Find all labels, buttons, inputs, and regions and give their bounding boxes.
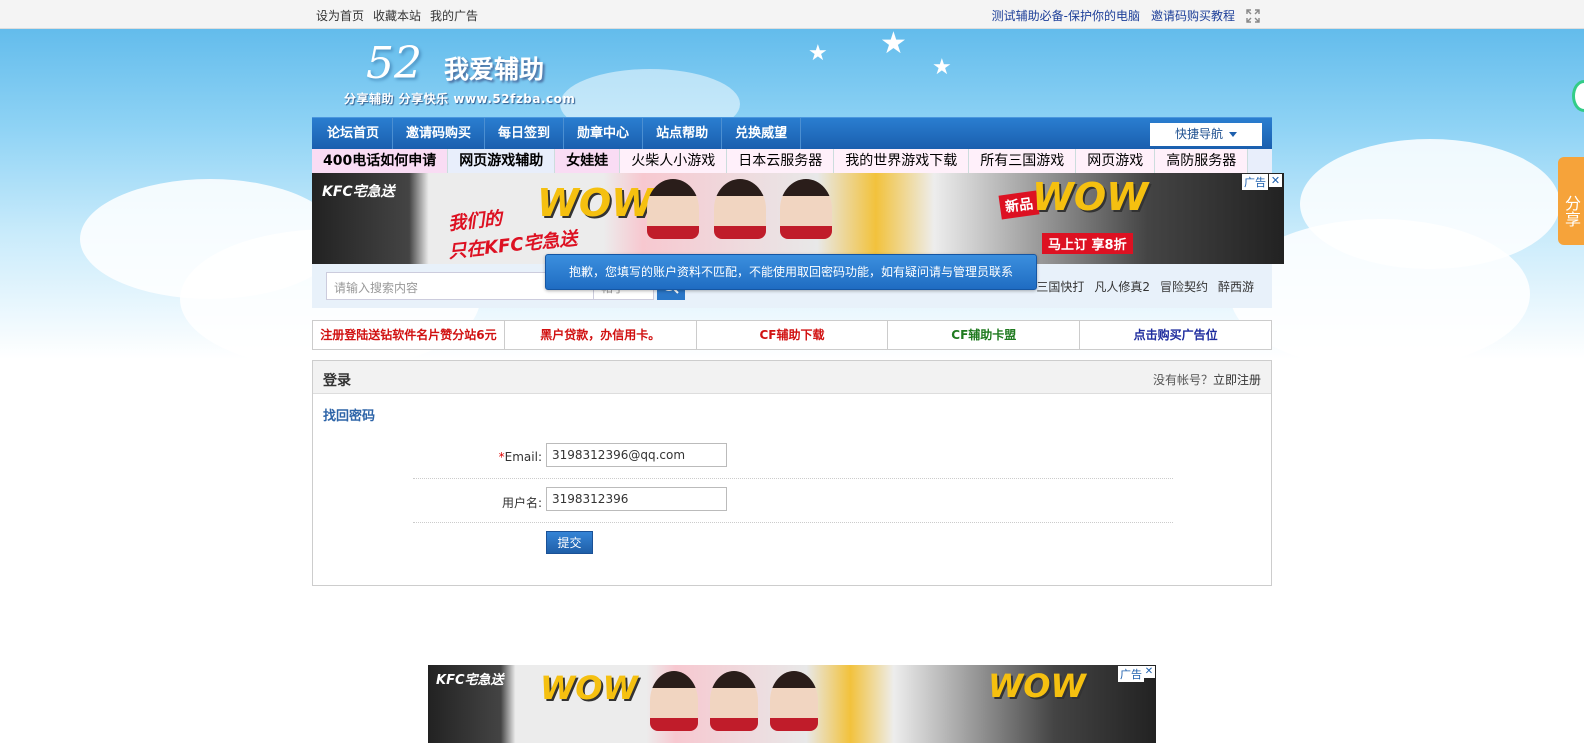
text-ad-link[interactable]: CF辅助下载	[697, 321, 889, 349]
ad-person-image	[710, 671, 758, 731]
my-ads-link[interactable]: 我的广告	[430, 7, 478, 24]
ad-discount: 马上订 享8折	[1042, 233, 1133, 254]
link-doll[interactable]: 女娃娃	[555, 149, 621, 173]
email-label: *Email:	[499, 450, 542, 464]
hot-word[interactable]: 冒险契约	[1160, 278, 1208, 295]
hot-search-words: 三国快打 凡人修真2 冒险契约 醉西游	[1036, 278, 1254, 295]
top-left-links: 设为首页 收藏本站 我的广告	[316, 7, 478, 24]
site-logo[interactable]: 52 我爱辅助 分享辅助 分享快乐 www.52fzba.com	[344, 38, 575, 106]
quick-nav-label: 快捷导航	[1174, 127, 1223, 141]
submit-button[interactable]: 提交	[546, 531, 593, 554]
nav-item-daily-signin[interactable]: 每日签到	[485, 118, 565, 149]
ad-wow-text: WOW	[540, 669, 638, 707]
link-stickman-game[interactable]: 火柴人小游戏	[620, 149, 728, 173]
register-question: 没有帐号？	[1152, 373, 1213, 387]
logo-title: 我爱辅助	[444, 55, 545, 84]
ad-person-image	[647, 179, 699, 239]
bookmark-site-link[interactable]: 收藏本站	[373, 7, 421, 24]
chevron-down-icon	[1229, 132, 1237, 137]
text-ad-row: 注册登陆送钻软件名片赞分站6元 黑户贷款，办信用卡。 CF辅助下载 CF辅助卡盟…	[312, 320, 1272, 350]
ad-person-image	[650, 671, 698, 731]
username-field[interactable]: 3198312396	[546, 487, 727, 511]
section-title: 找回密码	[323, 409, 376, 424]
ad-brand: KFC宅急送	[436, 673, 504, 688]
panel-title: 登录	[323, 373, 351, 389]
kfc-ad-banner-bottom[interactable]: KFC宅急送 WOW WOW 广告 ✕	[428, 665, 1156, 743]
link-three-kingdoms-games[interactable]: 所有三国游戏	[969, 149, 1077, 173]
email-row: *Email: 3198312396@qq.com	[413, 435, 1173, 479]
link-japan-cloud-server[interactable]: 日本云服务器	[727, 149, 835, 173]
top-right-links: 测试辅助必备-保护你的电脑 邀请码购买教程	[992, 7, 1260, 24]
link-web-game-assist[interactable]: 网页游戏辅助	[448, 149, 556, 173]
kfc-ad-banner[interactable]: KFC宅急送 我们的 只在KFC宅急送 WOW 新品 WOW 马上订 享8折 广…	[312, 173, 1284, 264]
link-ddos-server[interactable]: 高防服务器	[1155, 149, 1249, 173]
text-ad-link[interactable]: 点击购买广告位	[1080, 321, 1271, 349]
top-toolbar: 设为首页 收藏本站 我的广告 测试辅助必备-保护你的电脑 邀请码购买教程	[0, 0, 1584, 29]
panel-header: 登录 没有帐号？立即注册	[313, 361, 1271, 394]
ad-wow-text-2: WOW	[988, 667, 1086, 705]
nav-item-exchange-prestige[interactable]: 兑换威望	[722, 118, 802, 149]
username-label: 用户名:	[501, 496, 542, 510]
logo-slogan: 分享辅助 分享快乐 www.52fzba.com	[344, 92, 576, 106]
ad-slogan-1: 我们的	[447, 208, 504, 235]
text-ad-link[interactable]: 注册登陆送钻软件名片赞分站6元	[313, 321, 505, 349]
link-strip: 400电话如何申请 网页游戏辅助 女娃娃 火柴人小游戏 日本云服务器 我的世界游…	[312, 149, 1272, 173]
share-tab[interactable]: 分享	[1558, 157, 1584, 245]
close-icon[interactable]: ✕	[1143, 666, 1155, 678]
hot-word[interactable]: 三国快打	[1036, 278, 1084, 295]
ad-person-image	[714, 179, 766, 239]
logo-number: 52	[366, 38, 422, 89]
text-ad-link[interactable]: 黑户贷款，办信用卡。	[505, 321, 697, 349]
username-row: 用户名: 3198312396	[413, 479, 1173, 523]
set-homepage-link[interactable]: 设为首页	[316, 7, 364, 24]
nav-item-invite-code[interactable]: 邀请码购买	[393, 118, 486, 149]
password-recovery-panel: 登录 没有帐号？立即注册 找回密码 *Email: 3198312396@qq.…	[312, 360, 1272, 586]
fullscreen-icon[interactable]	[1246, 8, 1260, 23]
error-message: 抱歉，您填写的账户资料不匹配，不能使用取回密码功能，如有疑问请与管理员联系	[545, 254, 1037, 290]
main-nav: 论坛首页 邀请码购买 每日签到 勋章中心 站点帮助 兑换威望 快捷导航	[312, 117, 1272, 149]
close-icon[interactable]: ✕	[1269, 174, 1282, 187]
text-ad-link[interactable]: CF辅助卡盟	[888, 321, 1081, 349]
hot-word[interactable]: 凡人修真2	[1094, 278, 1150, 295]
link-web-games[interactable]: 网页游戏	[1076, 149, 1156, 173]
nav-item-forum-home[interactable]: 论坛首页	[314, 118, 394, 149]
register-prompt: 没有帐号？立即注册	[1153, 371, 1261, 388]
nav-item-site-help[interactable]: 站点帮助	[643, 118, 723, 149]
quick-nav-button[interactable]: 快捷导航	[1150, 123, 1262, 146]
ad-person-image	[780, 179, 832, 239]
ad-wow-text-2: WOW	[1032, 175, 1149, 219]
nav-item-medal-center[interactable]: 勋章中心	[564, 118, 644, 149]
ad-label: 广告	[1242, 174, 1268, 190]
email-label-text: Email:	[504, 450, 542, 464]
ad-label: 广告	[1118, 666, 1144, 682]
link-minecraft-download[interactable]: 我的世界游戏下载	[834, 149, 970, 173]
email-field[interactable]: 3198312396@qq.com	[546, 443, 727, 467]
ad-wow-text: WOW	[537, 181, 654, 225]
link-400-phone[interactable]: 400电话如何申请	[312, 149, 449, 173]
ad-brand: KFC宅急送	[322, 184, 395, 200]
register-link[interactable]: 立即注册	[1213, 373, 1261, 387]
invite-code-tutorial-link[interactable]: 邀请码购买教程	[1151, 7, 1235, 24]
hot-word[interactable]: 醉西游	[1218, 278, 1254, 295]
protect-pc-link[interactable]: 测试辅助必备-保护你的电脑	[992, 7, 1140, 24]
ad-person-image	[770, 671, 818, 731]
